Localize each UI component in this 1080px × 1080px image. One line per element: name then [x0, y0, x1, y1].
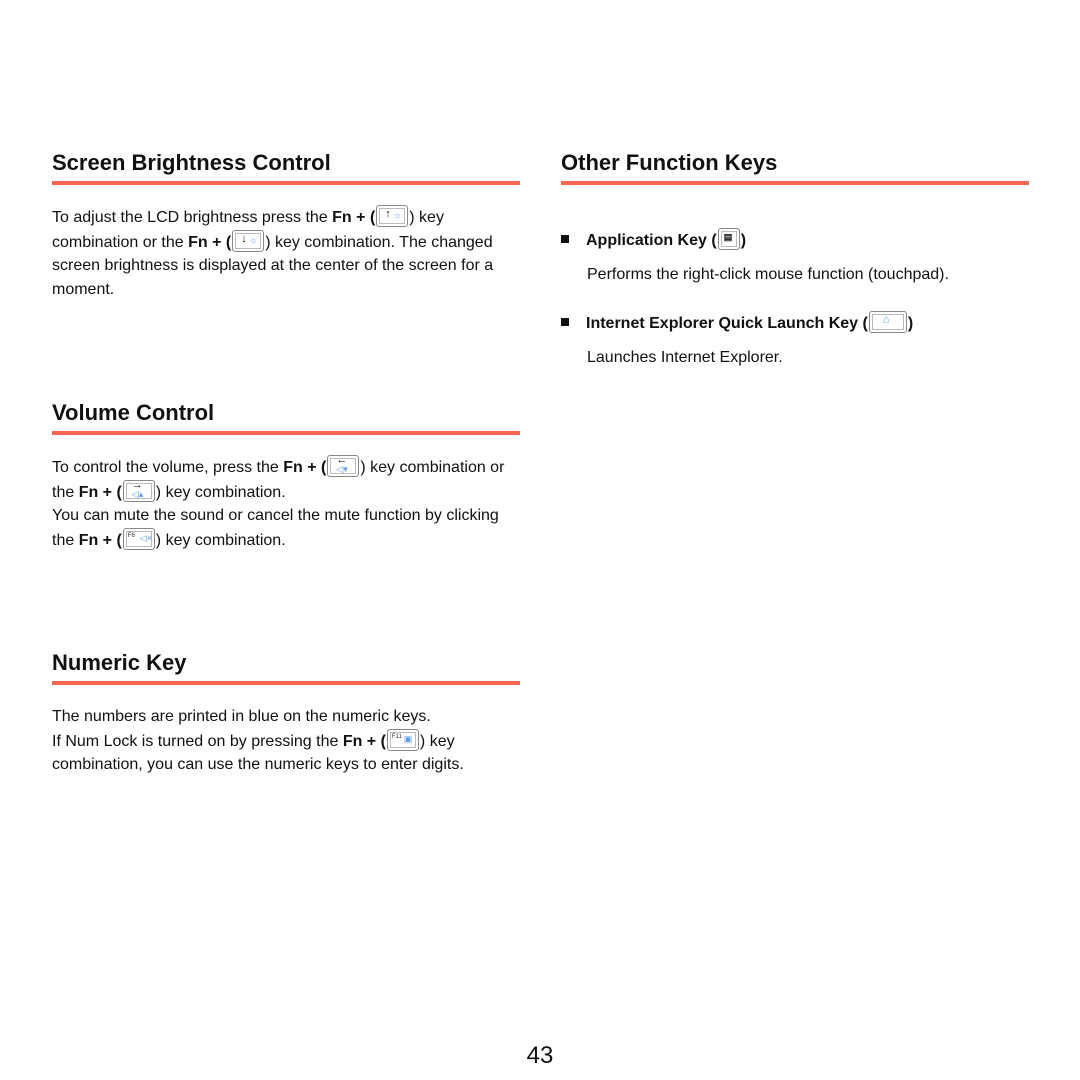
numeric-text: The numbers are printed in blue on the n…: [52, 708, 464, 774]
brightness-text: To adjust the LCD brightness press the F…: [52, 205, 520, 301]
home-key-icon: ⌂: [868, 311, 907, 333]
section-title: Numeric Key: [52, 650, 187, 675]
brightness-section: Screen Brightness Control To adjust the …: [52, 148, 520, 301]
section-title: Volume Control: [52, 400, 215, 425]
section-divider: [561, 181, 1029, 185]
numlock-key-icon: F11 ▣: [386, 728, 419, 751]
brightness-up-key-icon: ↑ ☼: [376, 205, 409, 227]
section-divider: [52, 181, 520, 185]
list-item: Internet Explorer Quick Launch Key (⌂) L…: [561, 311, 1031, 370]
mute-key-icon: F6 ◁×: [122, 527, 155, 550]
section-divider: [52, 431, 520, 435]
section-divider: [52, 681, 520, 685]
section-title: Screen Brightness Control: [52, 150, 331, 175]
application-key-icon: ▤: [717, 228, 740, 250]
volume-up-key-icon: → ◁▴: [122, 479, 155, 502]
bullet-icon: [561, 235, 569, 243]
volume-down-key-icon: ← ◁▾: [327, 455, 360, 477]
section-title: Other Function Keys: [561, 150, 778, 175]
other-keys-section: Other Function Keys: [561, 148, 1029, 185]
volume-text: To control the volume, press the Fn + (←…: [52, 454, 505, 550]
brightness-down-key-icon: ↓ ☼: [232, 229, 265, 252]
numeric-section: Numeric Key The numbers are printed in b…: [52, 648, 520, 777]
bullet-icon: [561, 318, 569, 326]
page-number: 43: [526, 1042, 554, 1069]
list-item: Application Key (▤) Performs the right-c…: [561, 228, 1031, 287]
volume-section: Volume Control To control the volume, pr…: [52, 398, 520, 552]
